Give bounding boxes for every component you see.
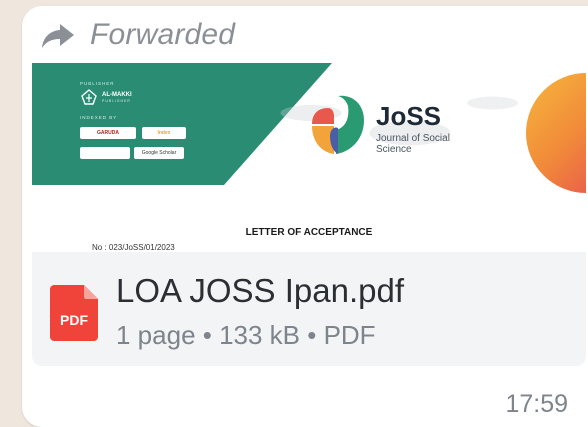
letter-title: LETTER OF ACCEPTANCE	[245, 227, 373, 238]
message-timestamp: 17:59	[505, 390, 568, 418]
publisher-name: AL-MAKKI	[102, 91, 132, 98]
pdf-file-icon: PDF	[50, 285, 98, 341]
index-badge-other	[80, 147, 130, 159]
indexed-label: INDEXED BY	[80, 115, 118, 120]
forward-arrow-icon	[42, 24, 74, 48]
file-name: LOA JOSS Ipan.pdf	[116, 272, 405, 309]
message-bubble[interactable]: Forwarded PUBLISHER AL-MAKKI PUBLISHER I…	[22, 6, 588, 427]
letter-number: No : 023/JoSS/01/2023	[92, 243, 175, 252]
preview-banner: PUBLISHER AL-MAKKI PUBLISHER INDEXED BY …	[32, 63, 586, 193]
publisher-label: PUBLISHER	[80, 81, 115, 86]
joss-logo-icon	[312, 95, 364, 154]
forwarded-label: Forwarded	[90, 18, 236, 51]
file-attachment[interactable]: PDF LOA JOSS Ipan.pdf 1 page • 133 kB • …	[32, 252, 586, 366]
publisher-subtitle: PUBLISHER	[102, 98, 131, 103]
document-preview[interactable]: PUBLISHER AL-MAKKI PUBLISHER INDEXED BY …	[32, 63, 586, 253]
index-badge-garuda: GARUDA	[80, 127, 136, 139]
publisher-mark-icon	[81, 89, 97, 105]
journal-subtitle: Journal of Social Science	[376, 133, 450, 155]
journal-title: JoSS	[376, 101, 442, 131]
file-meta: 1 page • 133 kB • PDF	[116, 320, 376, 350]
index-badge-google-scholar: Google Scholar	[134, 147, 184, 159]
index-badge-index: Index	[142, 127, 186, 139]
publisher-logo: AL-MAKKI PUBLISHER	[80, 89, 132, 105]
forwarded-indicator: Forwarded	[40, 18, 235, 52]
pdf-icon-label: PDF	[60, 312, 88, 328]
